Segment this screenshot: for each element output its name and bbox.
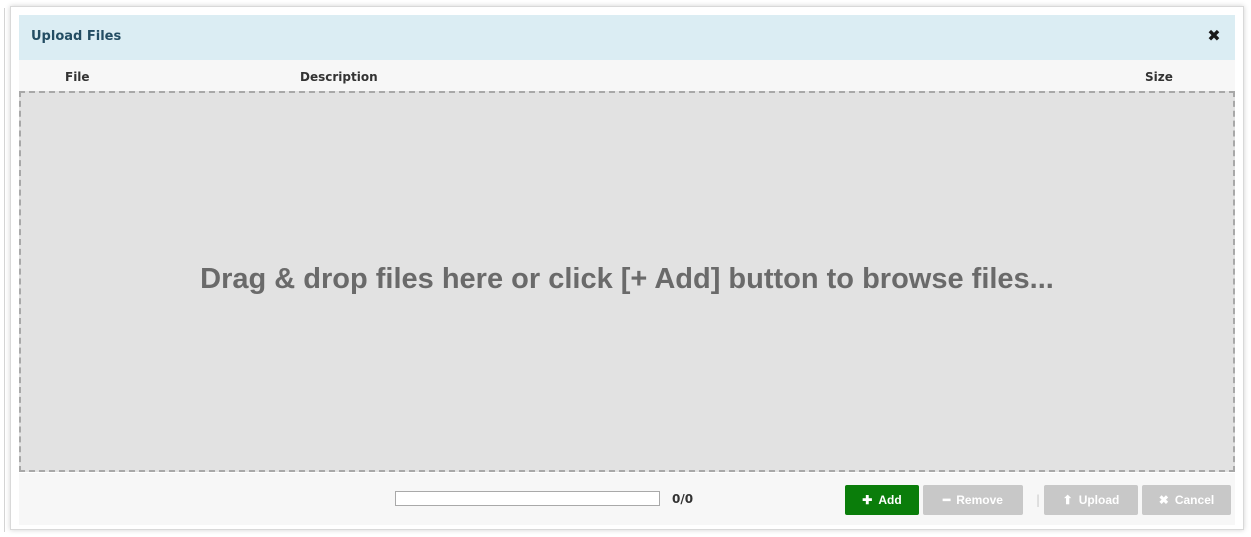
cancel-icon: ✖ <box>1158 493 1169 507</box>
minus-icon: ━ <box>943 493 951 507</box>
file-count: 0/0 <box>672 492 694 506</box>
drop-zone-message: Drag & drop files here or click [+ Add] … <box>200 263 1054 295</box>
upload-dialog: Upload Files ✖ File Description Size Dra… <box>10 6 1244 530</box>
cancel-button-label: Cancel <box>1174 493 1215 507</box>
add-button[interactable]: ✚ Add <box>845 485 919 515</box>
remove-button[interactable]: ━ Remove <box>923 485 1023 515</box>
column-header-size: Size <box>1145 70 1173 84</box>
column-header-file: File <box>65 70 90 84</box>
upload-button-label: Upload <box>1078 493 1120 507</box>
close-icon[interactable]: ✖ <box>1204 26 1224 46</box>
file-table-header: File Description Size <box>19 60 1235 91</box>
button-separator: | <box>1035 493 1041 507</box>
upload-progress-bar <box>395 491 660 506</box>
column-header-description: Description <box>300 70 378 84</box>
left-divider <box>4 8 5 532</box>
add-button-label: Add <box>878 493 902 507</box>
dialog-titlebar: Upload Files ✖ <box>19 15 1235 60</box>
dialog-footer: 0/0 ✚ Add ━ Remove | ⬆ Upload ✖ Cancel <box>19 473 1235 525</box>
dialog-title: Upload Files <box>31 29 122 44</box>
plus-icon: ✚ <box>862 493 873 507</box>
drop-zone[interactable]: Drag & drop files here or click [+ Add] … <box>19 91 1235 472</box>
remove-button-label: Remove <box>956 493 1003 507</box>
upload-icon: ⬆ <box>1062 493 1073 507</box>
cancel-button[interactable]: ✖ Cancel <box>1142 485 1231 515</box>
upload-button[interactable]: ⬆ Upload <box>1044 485 1138 515</box>
